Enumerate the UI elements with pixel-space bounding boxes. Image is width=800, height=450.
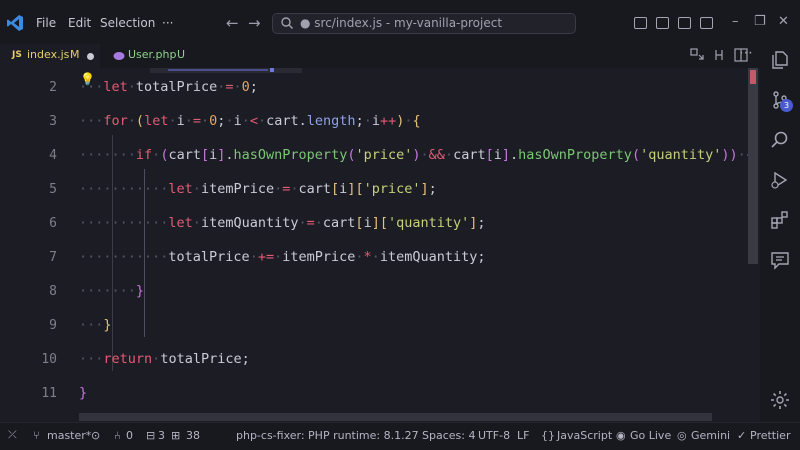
open-changes-icon[interactable] xyxy=(712,48,726,62)
remote-icon[interactable]: ⤫ xyxy=(8,428,17,442)
check-icon: ✓ xyxy=(737,429,747,442)
code-text: ···} xyxy=(79,317,112,333)
language-mode[interactable]: JavaScript xyxy=(557,429,612,442)
javascript-file-icon: JS xyxy=(12,50,22,60)
sync-icon[interactable]: ⊙ xyxy=(91,429,100,442)
search-icon[interactable] xyxy=(770,130,790,150)
tab-bar: JS index.js M User.php U xyxy=(0,44,760,68)
vscode-logo-icon xyxy=(7,15,23,31)
line-ending[interactable]: LF xyxy=(517,429,529,442)
tab-index-js[interactable]: JS index.js M xyxy=(0,44,100,68)
code-line: 6 ···········let·itemQuantity·=·cart[i][… xyxy=(0,208,748,242)
warnings-icon: ⊞ xyxy=(171,429,181,442)
status-bar: ⤫ ⑂ master* ⊙ ⑃ 0 ⊟ 3 ⊞ 38 php-cs-fixer:… xyxy=(0,422,800,450)
line-number: 5 xyxy=(49,182,57,197)
extensions-icon[interactable] xyxy=(770,210,790,230)
encoding[interactable]: UTF-8 xyxy=(478,429,510,442)
tab-user-php[interactable]: User.php U xyxy=(100,44,198,68)
code-line: 3 ···for·(let·i·=·0;·i·<·cart.length;·i+… xyxy=(0,106,748,140)
line-number: 8 xyxy=(49,284,57,299)
code-text: ···········let·itemPrice·=·cart[i]['pric… xyxy=(79,181,437,197)
code-text: ···for·(let·i·=·0;·i·<·cart.length;·i++)… xyxy=(79,113,421,129)
settings-gear-icon[interactable] xyxy=(770,390,790,410)
line-number: 4 xyxy=(49,148,57,163)
back-arrow-icon[interactable]: ← xyxy=(226,14,239,32)
errors-icon: ⊟ xyxy=(146,429,156,442)
gemini-button[interactable]: Gemini xyxy=(691,429,730,442)
errors-count[interactable]: 3 xyxy=(158,429,165,442)
unsaved-dot-icon[interactable] xyxy=(87,53,94,60)
code-text: ···········let·itemQuantity·=·cart[i]['q… xyxy=(79,215,486,231)
code-line: 9 ···} xyxy=(0,310,748,344)
explorer-icon[interactable] xyxy=(770,50,790,70)
code-line: 11 } xyxy=(0,378,748,412)
source-control-badge: 3 xyxy=(780,99,793,112)
line-number: 2 xyxy=(49,80,57,95)
code-text: ···let·totalPrice·=·0; xyxy=(79,79,258,95)
vertical-scrollbar[interactable] xyxy=(748,68,758,264)
customize-layout-icon[interactable] xyxy=(700,17,713,29)
code-text: ···········totalPrice·+=·itemPrice·*·ite… xyxy=(79,249,486,265)
toggle-secondary-sidebar-icon[interactable] xyxy=(678,17,691,29)
warnings-count[interactable]: 38 xyxy=(186,429,200,442)
line-number: 7 xyxy=(49,250,57,265)
tab-label: User.php xyxy=(128,48,177,61)
code-editor[interactable]: 💡 2 ···let·totalPrice·=·0; 3 ···for·(let… xyxy=(0,68,760,422)
code-line: 8 ·······} xyxy=(0,276,748,310)
broadcast-icon: ◉ xyxy=(616,429,626,442)
line-number: 11 xyxy=(41,386,57,401)
toggle-panel-icon[interactable] xyxy=(656,17,669,29)
php-runtime[interactable]: php-cs-fixer: PHP runtime: 8.1.27 xyxy=(236,429,419,442)
code-line: 5 ···········let·itemPrice·=·cart[i]['pr… xyxy=(0,174,748,208)
restore-icon[interactable]: ❐ xyxy=(754,14,766,29)
menu-file[interactable]: File xyxy=(36,16,56,30)
code-line: 10 ···return·totalPrice; xyxy=(0,344,748,378)
code-text: ·······if·(cart[i].hasOwnProperty('price… xyxy=(79,147,754,163)
tab-git-status: M xyxy=(70,48,80,61)
line-number: 10 xyxy=(41,352,57,367)
title-bar: File Edit Selection ··· ← → ● src/index.… xyxy=(0,0,800,44)
prettier-button[interactable]: Prettier xyxy=(750,429,790,442)
ports-count[interactable]: 0 xyxy=(126,429,133,442)
tab-label: index.js xyxy=(27,48,70,61)
gemini-icon: ◎ xyxy=(677,429,687,442)
line-number: 3 xyxy=(49,114,57,129)
menu-more[interactable]: ··· xyxy=(162,16,173,30)
ports-icon: ⑃ xyxy=(114,429,121,442)
menu-edit[interactable]: Edit xyxy=(68,16,91,30)
braces-icon: {} xyxy=(541,429,555,442)
line-number: 9 xyxy=(49,318,57,333)
menu-selection[interactable]: Selection xyxy=(100,16,155,30)
close-icon[interactable]: ✕ xyxy=(778,14,789,29)
php-file-icon xyxy=(113,52,125,60)
code-line: 2 ···let·totalPrice·=·0; xyxy=(0,72,748,106)
chat-icon[interactable] xyxy=(770,250,790,270)
forward-arrow-icon[interactable]: → xyxy=(248,14,261,32)
minimize-icon[interactable]: – xyxy=(732,14,739,29)
ellipsis-icon[interactable]: ⋯ xyxy=(739,45,753,61)
tab-git-status: U xyxy=(177,48,186,61)
code-text: ·······} xyxy=(79,283,145,299)
go-live-button[interactable]: Go Live xyxy=(630,429,671,442)
code-line: 7 ···········totalPrice·+=·itemPrice·*·i… xyxy=(0,242,748,276)
code-text: } xyxy=(79,385,88,401)
run-debug-icon[interactable] xyxy=(770,170,790,190)
git-branch[interactable]: master* xyxy=(47,429,91,442)
scrollbar-change-marker xyxy=(750,70,756,84)
search-icon xyxy=(281,17,293,29)
horizontal-scrollbar[interactable] xyxy=(79,413,712,421)
line-number: 6 xyxy=(49,216,57,231)
code-text: ···return·totalPrice; xyxy=(79,351,250,367)
git-branch-icon: ⑂ xyxy=(33,429,40,442)
compare-changes-icon[interactable] xyxy=(690,48,704,62)
toggle-primary-sidebar-icon[interactable] xyxy=(634,17,647,29)
code-line: 4 ·······if·(cart[i].hasOwnProperty('pri… xyxy=(0,140,754,174)
command-center-text: ● src/index.js - my-vanilla-project xyxy=(300,16,503,30)
activity-bar xyxy=(760,44,800,422)
indentation[interactable]: Spaces: 4 xyxy=(422,429,475,442)
